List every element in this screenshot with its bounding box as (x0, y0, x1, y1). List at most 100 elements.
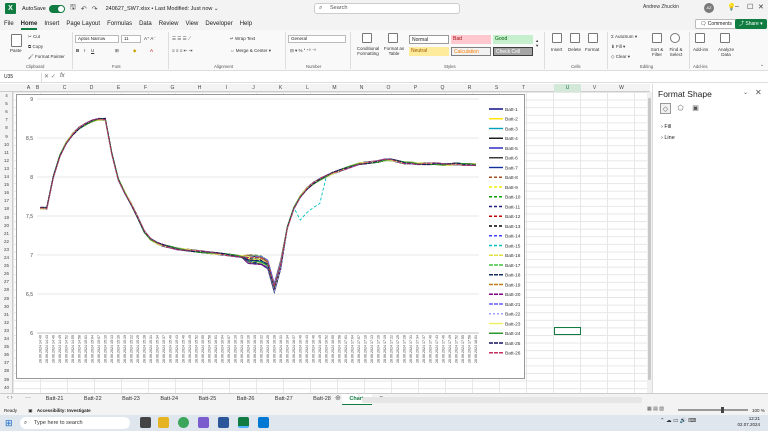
file-explorer-icon[interactable] (158, 417, 169, 428)
view-mode-icons[interactable]: ▦ ▤ ▧ (647, 406, 664, 412)
menu-item-review[interactable]: Review (159, 21, 179, 27)
fill-section[interactable]: › Fill (661, 124, 671, 130)
row-header[interactable]: 8 (0, 125, 13, 130)
borders-icon[interactable]: ⊞ (115, 48, 119, 53)
style-neutral[interactable]: Neutral (409, 47, 449, 56)
insert-button[interactable]: Insert (551, 47, 562, 52)
menu-item-view[interactable]: View (185, 21, 198, 27)
analyze-data-button[interactable]: Analyze Data (716, 47, 736, 57)
merge-center-button[interactable]: ⇔ Merge & Center ▾ (230, 48, 271, 53)
sheet-more-icon[interactable]: … (25, 394, 31, 400)
format-as-table-icon[interactable] (388, 33, 398, 43)
row-header[interactable]: 22 (0, 239, 13, 244)
styles-scroll-icon[interactable]: ▴ ▾ (536, 38, 538, 48)
clear-button[interactable]: ◇ Clear ▾ (611, 54, 630, 59)
row-header[interactable]: 11 (0, 150, 13, 155)
row-header[interactable]: 32 (0, 320, 13, 325)
outlook-icon[interactable] (258, 417, 269, 428)
avatar[interactable]: AZ (704, 3, 714, 13)
zoom-slider[interactable] (678, 409, 748, 411)
column-header-u[interactable]: U (554, 84, 581, 92)
macro-icon[interactable]: ▣ (28, 408, 32, 413)
font-color-icon[interactable]: A (150, 48, 153, 53)
add-ins-icon[interactable] (695, 33, 705, 43)
system-tray-icons[interactable]: ⌃ ☁ ▭ 🔊 ⌨ (660, 418, 696, 424)
paste-icon[interactable] (11, 34, 22, 47)
zoom-level[interactable]: 100 % (752, 406, 765, 415)
format-icon[interactable] (588, 33, 598, 43)
delete-icon[interactable] (570, 33, 580, 43)
cut-button[interactable]: ✂ Cut (28, 34, 40, 39)
fill-button[interactable]: ⬇ Fill ▾ (611, 44, 625, 49)
row-header[interactable]: 33 (0, 328, 13, 333)
row-header[interactable]: 12 (0, 158, 13, 163)
wrap-text-button[interactable]: ↵ Wrap Text (230, 36, 255, 41)
format-as-table-button[interactable]: Format as Table (383, 46, 405, 56)
menu-item-formulas[interactable]: Formulas (107, 21, 132, 27)
menu-item-developer[interactable]: Developer (205, 21, 232, 27)
column-header-c[interactable]: C (51, 84, 78, 92)
row-header[interactable]: 23 (0, 247, 13, 252)
excel-taskbar-icon[interactable] (238, 417, 249, 428)
taskbar-clock[interactable]: 12:21 02.07.2024 (720, 416, 760, 428)
bold-button[interactable]: B (76, 48, 79, 53)
column-header-p[interactable]: P (402, 84, 429, 92)
row-header[interactable]: 26 (0, 271, 13, 276)
row-header[interactable]: 18 (0, 206, 13, 211)
sheet-tab-batt-24[interactable]: Batt-24 (151, 394, 188, 405)
task-view-icon[interactable] (140, 417, 151, 428)
menu-item-file[interactable]: File (4, 21, 14, 27)
column-header-r[interactable]: R (456, 84, 483, 92)
row-header[interactable]: 19 (0, 215, 13, 220)
row-header[interactable]: 20 (0, 223, 13, 228)
cancel-enter-icons[interactable]: ✕ ✓ (44, 73, 56, 80)
row-header[interactable]: 14 (0, 174, 13, 179)
row-header[interactable]: 27 (0, 279, 13, 284)
comments-button[interactable]: 🗨 Comments (695, 19, 737, 29)
column-header-n[interactable]: N (348, 84, 375, 92)
format-button[interactable]: Format (585, 47, 599, 52)
share-button[interactable]: ⤴ Share ▾ (735, 19, 767, 29)
style-bad[interactable]: Bad (451, 35, 491, 44)
row-header[interactable]: 24 (0, 255, 13, 260)
row-header[interactable]: 13 (0, 166, 13, 171)
column-header-i[interactable]: I (213, 84, 240, 92)
analyze-data-icon[interactable] (720, 33, 730, 43)
insert-icon[interactable] (552, 33, 562, 43)
sheet-tab-batt-27[interactable]: Batt-27 (265, 394, 302, 405)
row-header[interactable]: 6 (0, 109, 13, 114)
row-header[interactable]: 9 (0, 134, 13, 139)
row-header[interactable]: 15 (0, 182, 13, 187)
row-header[interactable]: 30 (0, 304, 13, 309)
zoom-thumb[interactable] (721, 407, 724, 413)
row-header[interactable]: 39 (0, 377, 13, 382)
sort-filter-button[interactable]: Sort & Filter (647, 47, 667, 57)
menu-item-data[interactable]: Data (139, 21, 152, 27)
column-header-w[interactable]: W (608, 84, 635, 92)
row-header[interactable]: 38 (0, 368, 13, 373)
windows-start-icon[interactable]: ⊞ (5, 418, 13, 428)
sheet-tab-batt-21[interactable]: Batt-21 (36, 394, 73, 405)
fill-color-icon[interactable]: ◆ (133, 48, 136, 53)
row-header[interactable]: 21 (0, 231, 13, 236)
conditional-formatting-button[interactable]: Conditional Formatting (354, 46, 382, 56)
autosum-button[interactable]: Σ AutoSum ▾ (611, 34, 637, 39)
pane-options-icon[interactable]: ⌄ (743, 89, 748, 96)
accessibility-status[interactable]: Accessibility: Investigate (37, 408, 91, 413)
column-header-q[interactable]: Q (429, 84, 456, 92)
column-header-h[interactable]: H (186, 84, 213, 92)
row-header[interactable]: 40 (0, 385, 13, 390)
chrome-icon[interactable] (178, 417, 189, 428)
row-header[interactable]: 4 (0, 93, 13, 98)
effects-tab-icon[interactable]: ⬠ (675, 103, 686, 114)
column-header-f[interactable]: F (132, 84, 159, 92)
style-calculation[interactable]: Calculation (451, 47, 491, 56)
sheet-tab-batt-22[interactable]: Batt-22 (74, 394, 111, 405)
maximize-icon[interactable]: ☐ (747, 3, 753, 11)
align-left-icon[interactable]: ≡ ≡ ≡ ⇤ ⇥ (172, 48, 192, 53)
active-cell[interactable] (554, 327, 581, 335)
column-header-d[interactable]: D (78, 84, 105, 92)
align-top-icon[interactable]: ☰ ☰ ☰ ⟋ (172, 36, 191, 41)
row-header[interactable]: 5 (0, 101, 13, 106)
column-header-b[interactable]: B (24, 84, 51, 92)
